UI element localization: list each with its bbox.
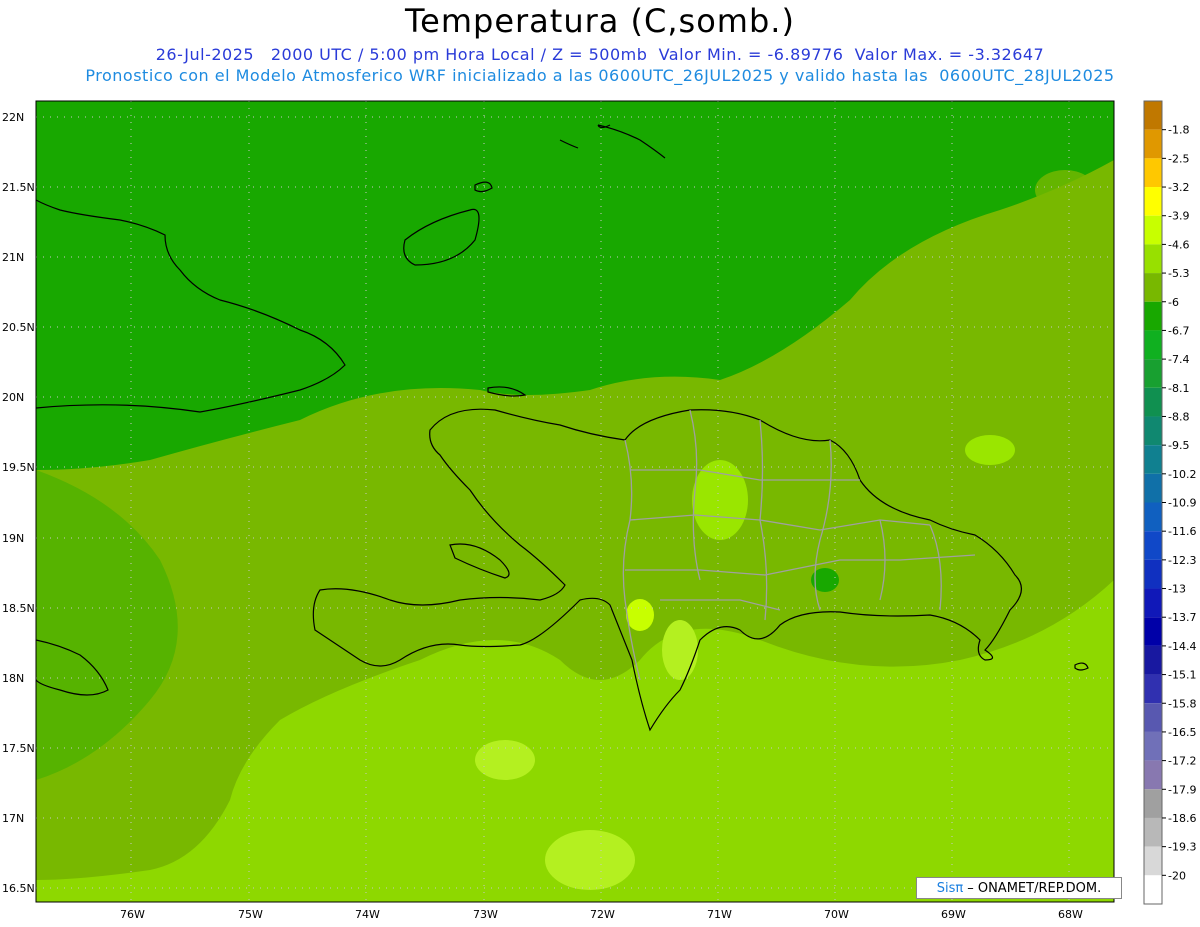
colorbar-label: -20 xyxy=(1168,869,1186,882)
colorbar-swatch xyxy=(1144,817,1162,847)
lon-label: 69W xyxy=(941,908,966,921)
colorbar-swatch xyxy=(1144,875,1162,904)
colorbar-swatch xyxy=(1144,244,1162,274)
temperature-field xyxy=(36,101,1114,902)
colorbar-swatch xyxy=(1144,703,1162,732)
colorbar-swatch xyxy=(1144,129,1162,159)
colorbar-label: -15.1 xyxy=(1168,669,1196,682)
lat-label: 17.5N xyxy=(2,742,35,755)
colorbar-swatch xyxy=(1144,645,1162,675)
color-scale-legend: -1.8 -2.5 -3.2 -3.9 -4.6 -5.3 -6 -6.7 -7.4 -8.1 -8… xyxy=(1143,100,1196,905)
colorbar-label: -17.2 xyxy=(1168,755,1196,768)
longitude-axis: 76W 75W 74W 73W 72W 71W 70W 69W 68W xyxy=(120,908,1083,921)
lon-label: 71W xyxy=(707,908,732,921)
colorbar-label: -13.7 xyxy=(1168,611,1196,624)
lat-label: 22N xyxy=(2,111,24,124)
lon-label: 72W xyxy=(590,908,615,921)
lat-label: 20N xyxy=(2,391,24,404)
colorbar-label: -3.2 xyxy=(1168,181,1189,194)
colorbar-swatch xyxy=(1144,731,1162,761)
lat-label: 19N xyxy=(2,532,24,545)
colorbar-swatch xyxy=(1144,846,1162,876)
sispi-logo-text: Sisπ xyxy=(936,880,964,896)
colorbar-swatch xyxy=(1144,617,1162,646)
credit-text: – ONAMET/REP.DOM. xyxy=(967,880,1102,896)
lon-label: 73W xyxy=(473,908,498,921)
lat-label: 21.5N xyxy=(2,181,35,194)
colorbar-label: -12.3 xyxy=(1168,554,1196,567)
colorbar-label: -8.1 xyxy=(1168,382,1189,395)
lon-label: 74W xyxy=(355,908,380,921)
colorbar-swatch xyxy=(1144,473,1162,503)
colorbar-label: -1.8 xyxy=(1168,124,1189,137)
colorbar-label: -2.5 xyxy=(1168,152,1189,165)
lat-label: 18.5N xyxy=(2,602,35,615)
colorbar-label: -18.6 xyxy=(1168,812,1196,825)
colorbar-label: -16.5 xyxy=(1168,726,1196,739)
colorbar-label: -6.7 xyxy=(1168,324,1189,337)
colorbar-label: -6 xyxy=(1168,296,1179,309)
colorbar-swatch xyxy=(1144,588,1162,618)
lat-label: 19.5N xyxy=(2,461,35,474)
lat-label: 20.5N xyxy=(2,321,35,334)
colorbar-swatch xyxy=(1144,559,1162,589)
lon-label: 75W xyxy=(238,908,263,921)
colorbar-swatch xyxy=(1144,674,1162,704)
colorbar-label: -10.9 xyxy=(1168,497,1196,510)
lon-label: 70W xyxy=(824,908,849,921)
colorbar-label: -11.6 xyxy=(1168,525,1196,538)
colorbar-swatch xyxy=(1144,387,1162,417)
lon-label: 76W xyxy=(120,908,145,921)
colorbar-label: -7.4 xyxy=(1168,353,1189,366)
colorbar-label: -15.8 xyxy=(1168,697,1196,710)
colorbar-label: -4.6 xyxy=(1168,238,1189,251)
colorbar-swatch xyxy=(1144,359,1162,388)
colorbar-swatch xyxy=(1144,215,1162,245)
map-figure: 22N 21.5N 21N 20.5N 20N 19.5N 19N 18.5N … xyxy=(2,100,1196,921)
colorbar-label: -14.4 xyxy=(1168,640,1196,653)
lat-label: 16.5N xyxy=(2,882,35,895)
colorbar-label: -10.2 xyxy=(1168,468,1196,481)
colorbar-swatch xyxy=(1144,158,1162,188)
latitude-axis: 22N 21.5N 21N 20.5N 20N 19.5N 19N 18.5N … xyxy=(2,111,35,895)
colorbar-swatch xyxy=(1144,187,1162,216)
colorbar-swatch xyxy=(1144,273,1162,302)
colorbar-swatch xyxy=(1144,416,1162,446)
credit-watermark: Sisπ – ONAMET/REP.DOM. xyxy=(916,877,1122,899)
colorbar-label: -13 xyxy=(1168,583,1186,596)
colorbar-swatch xyxy=(1144,445,1162,474)
colorbar-swatch xyxy=(1144,502,1162,532)
colorbar-swatch xyxy=(1144,531,1162,560)
colorbar-swatch xyxy=(1144,760,1162,790)
colorbar-label: -3.9 xyxy=(1168,210,1189,223)
colorbar-swatch xyxy=(1144,789,1162,818)
colorbar-label: -5.3 xyxy=(1168,267,1189,280)
colorbar-label: -17.9 xyxy=(1168,783,1196,796)
colorbar-label: -19.3 xyxy=(1168,841,1196,854)
lon-label: 68W xyxy=(1058,908,1083,921)
colorbar-swatch xyxy=(1144,330,1162,360)
colorbar-swatch xyxy=(1144,301,1162,331)
lat-label: 21N xyxy=(2,251,24,264)
colorbar-swatch xyxy=(1144,101,1162,130)
lat-label: 18N xyxy=(2,672,24,685)
colorbar-label: -8.8 xyxy=(1168,410,1189,423)
colorbar-label: -9.5 xyxy=(1168,439,1189,452)
lat-label: 17N xyxy=(2,812,24,825)
